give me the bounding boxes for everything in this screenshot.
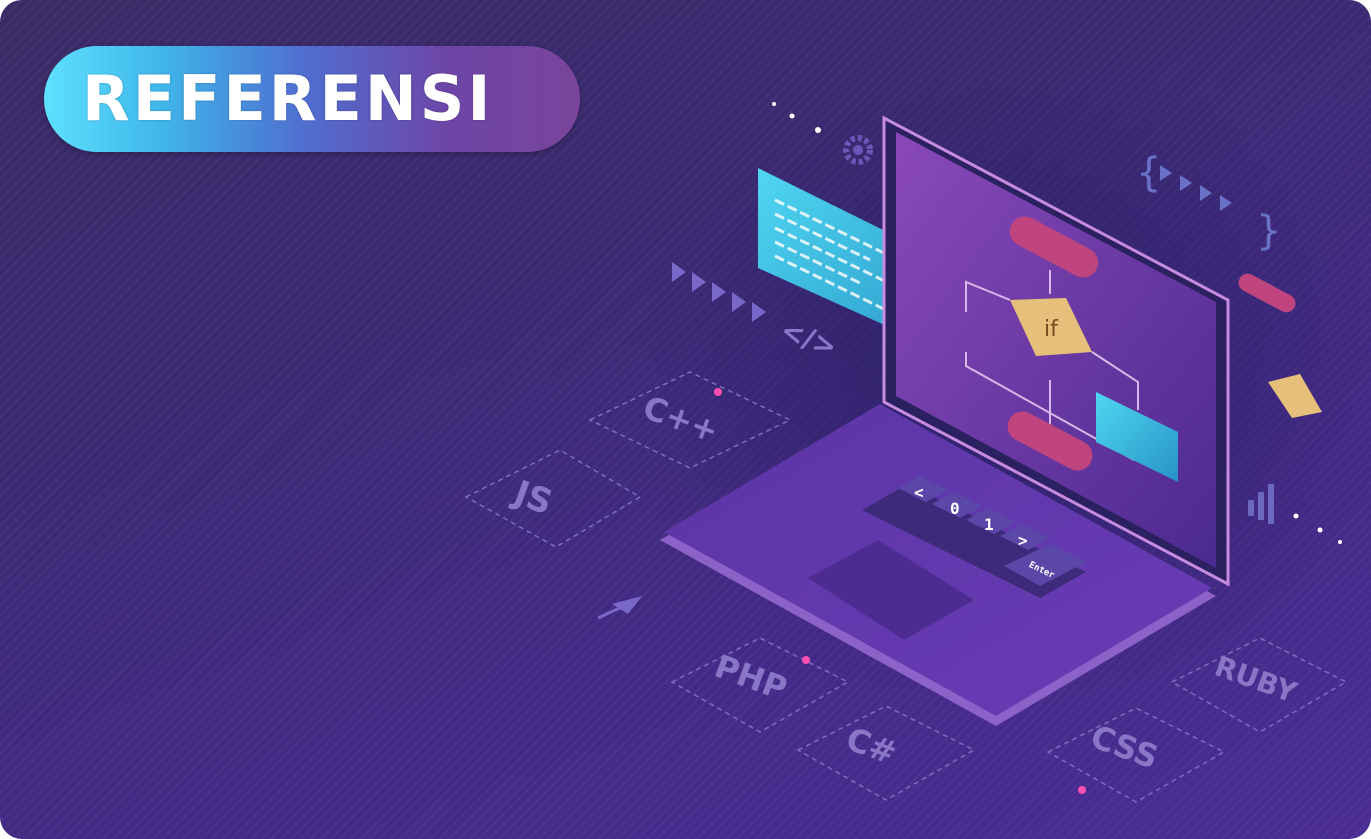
language-label-php: PHP [710,647,792,708]
laptop-coding-illustration: C++ JS PHP C# CSS RUBY </> {} if < 0 1 … [464,50,1371,803]
language-box-csharp: C# [796,705,976,801]
pink-dot [802,656,810,664]
language-label-csharp: C# [841,720,901,773]
upload-arrow-icon [597,596,642,620]
language-box-js: JS [464,449,642,548]
language-label-js: JS [507,472,557,523]
flowchart-if-label: if [1044,317,1059,342]
svg-text:}: } [1256,208,1281,254]
key-left-bracket: < [914,483,924,502]
pink-dot [1078,786,1086,794]
key-zero: 0 [950,499,960,518]
pink-dot [714,388,722,396]
language-label-css: CSS [1086,717,1164,776]
reference-card: REFERENSI C++ JS PHP C# CSS RUBY </> {}… [0,0,1371,839]
language-box-css: CSS [1046,707,1226,803]
key-one: 1 [984,515,994,534]
key-right-bracket: > [1018,531,1028,550]
language-label-ruby: RUBY [1210,649,1301,709]
svg-text:{: { [1136,150,1161,196]
